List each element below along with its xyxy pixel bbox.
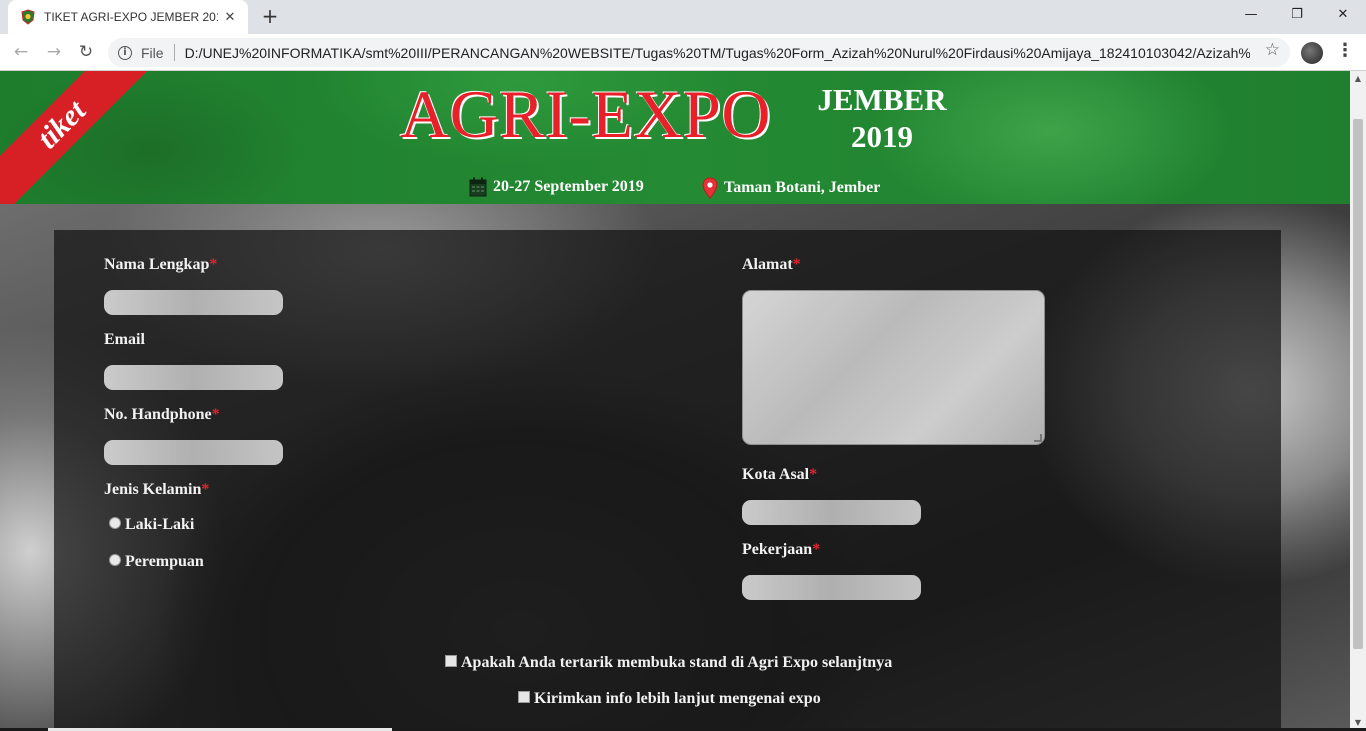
- info-icon[interactable]: i: [118, 45, 132, 60]
- info-checkbox-label: Kirimkan info lebih lanjut mengenai expo: [534, 690, 821, 707]
- scroll-up-arrow-icon[interactable]: ▲: [1350, 71, 1366, 87]
- email-label: Email: [104, 331, 145, 348]
- alamat-label: Alamat*: [742, 256, 801, 273]
- event-location: Taman Botani, Jember: [702, 177, 880, 199]
- tab-close-icon[interactable]: ✕: [218, 10, 242, 25]
- reload-button[interactable]: ↻: [72, 38, 100, 66]
- address-bar[interactable]: i File D:/UNEJ%20INFORMATIKA/smt%20III/P…: [108, 38, 1290, 67]
- separator: [173, 44, 175, 61]
- file-label: File: [141, 44, 164, 61]
- close-window-button[interactable]: ✕: [1320, 0, 1366, 30]
- brand-subtitle: JEMBER 2019: [812, 81, 952, 155]
- gender-male-label: Laki-Laki: [125, 516, 195, 533]
- textarea-resize-handle[interactable]: [1034, 434, 1042, 442]
- brand-city: JEMBER: [817, 82, 947, 117]
- stand-checkbox-label: Apakah Anda tertarik membuka stand di Ag…: [461, 654, 893, 671]
- page-header: tiket AGRI-EXPO JEMBER 2019 20-27 Septem…: [0, 71, 1350, 204]
- hp-label: No. Handphone*: [104, 406, 220, 423]
- event-date: 20-27 September 2019: [469, 177, 644, 197]
- nama-input[interactable]: [104, 290, 283, 315]
- pekerjaan-input[interactable]: [742, 575, 921, 600]
- map-pin-icon: [702, 177, 718, 199]
- bookmark-star-icon[interactable]: ☆: [1265, 40, 1280, 60]
- info-checkbox[interactable]: [518, 691, 530, 703]
- alamat-textarea[interactable]: [742, 290, 1045, 445]
- gender-label: Jenis Kelamin*: [104, 481, 210, 498]
- browser-tab[interactable]: TIKET AGRI-EXPO JEMBER 2019 ✕: [8, 0, 248, 34]
- ribbon-corner: tiket: [0, 71, 150, 204]
- minimize-button[interactable]: —: [1228, 0, 1274, 30]
- event-location-text: Taman Botani, Jember: [724, 179, 881, 196]
- restore-button[interactable]: ❐: [1274, 0, 1320, 30]
- site-logo-icon: [21, 9, 35, 25]
- gender-female-radio[interactable]: [109, 554, 121, 566]
- calendar-icon: [469, 177, 487, 197]
- page-viewport: tiket AGRI-EXPO JEMBER 2019 20-27 Septem…: [0, 71, 1366, 731]
- email-input[interactable]: [104, 365, 283, 390]
- gender-female-label: Perempuan: [125, 553, 204, 570]
- nama-label: Nama Lengkap*: [104, 256, 218, 273]
- tab-bar: TIKET AGRI-EXPO JEMBER 2019 ✕ + — ❐ ✕: [0, 0, 1366, 34]
- vertical-scrollbar[interactable]: ▲ ▼: [1350, 71, 1366, 731]
- scrollbar-thumb[interactable]: [1353, 119, 1363, 649]
- browser-toolbar: ← → ↻ i File D:/UNEJ%20INFORMATIKA/smt%2…: [0, 34, 1366, 71]
- pekerjaan-label: Pekerjaan*: [742, 541, 821, 558]
- kota-input[interactable]: [742, 500, 921, 525]
- gender-male-radio[interactable]: [109, 517, 121, 529]
- registration-form: Nama Lengkap* Email No. Handphone* Jenis…: [54, 230, 1281, 731]
- brand-year: 2019: [851, 119, 913, 154]
- event-date-text: 20-27 September 2019: [493, 178, 644, 195]
- kota-label: Kota Asal*: [742, 466, 818, 483]
- browser-menu-icon[interactable]: ⋮: [1336, 40, 1354, 61]
- back-button[interactable]: ←: [7, 38, 35, 66]
- profile-avatar-icon[interactable]: [1301, 42, 1323, 64]
- url-text[interactable]: D:/UNEJ%20INFORMATIKA/smt%20III/PERANCAN…: [185, 45, 1250, 61]
- brand-title: AGRI-EXPO: [400, 76, 771, 152]
- stand-checkbox[interactable]: [445, 655, 457, 667]
- hp-input[interactable]: [104, 440, 283, 465]
- forward-button[interactable]: →: [40, 38, 68, 66]
- ribbon-label: tiket: [0, 71, 150, 204]
- tab-title: TIKET AGRI-EXPO JEMBER 2019: [44, 10, 218, 24]
- new-tab-button[interactable]: +: [258, 5, 282, 29]
